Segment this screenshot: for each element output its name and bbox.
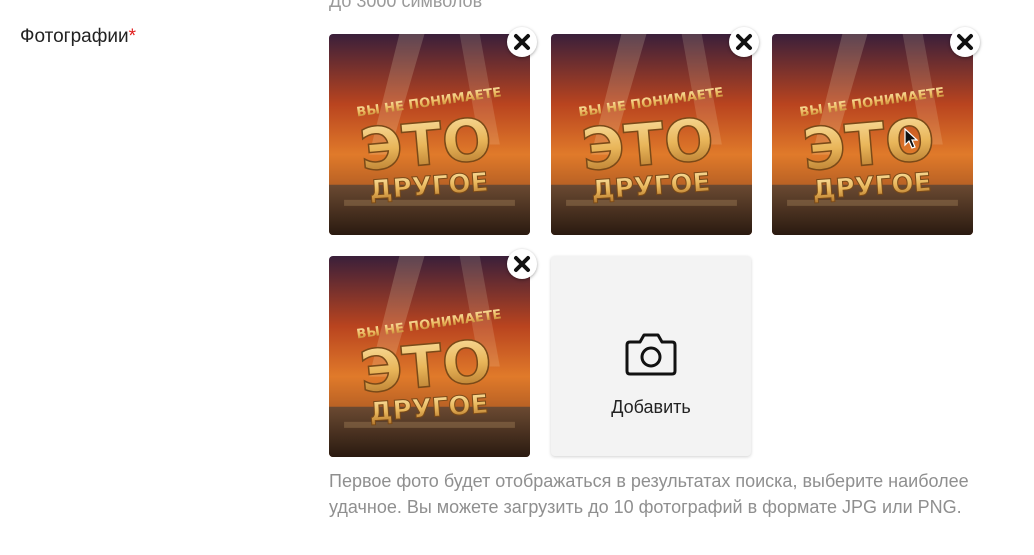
photo-tile-4[interactable]: ВЫ НЕ ПОНИМАЕТЕ ЭТО ДРУГОЕ <box>329 249 537 457</box>
close-icon <box>957 34 973 50</box>
photo-tile-1[interactable]: ВЫ НЕ ПОНИМАЕТЕ ЭТО ДРУГОЕ <box>329 27 537 235</box>
remove-photo-button-3[interactable] <box>950 27 980 57</box>
remove-photo-button-4[interactable] <box>507 249 537 279</box>
close-icon <box>736 34 752 50</box>
photo-thumbnail-1: ВЫ НЕ ПОНИМАЕТЕ ЭТО ДРУГОЕ <box>329 34 530 235</box>
mouse-cursor-icon <box>904 128 918 149</box>
photo-thumbnail-3: ВЫ НЕ ПОНИМАЕТЕ ЭТО ДРУГОЕ <box>772 34 973 235</box>
add-photo-label: Добавить <box>611 397 691 417</box>
photo-tile-3[interactable]: ВЫ НЕ ПОНИМАЕТЕ ЭТО ДРУГОЕ <box>772 27 980 235</box>
description-hint: До 3000 символов <box>329 0 483 11</box>
photo-thumbnail-2: ВЫ НЕ ПОНИМАЕТЕ ЭТО ДРУГОЕ <box>551 34 752 235</box>
camera-icon <box>625 333 677 376</box>
photos-label-text: Фотографии <box>20 26 129 47</box>
remove-photo-button-1[interactable] <box>507 27 537 57</box>
close-icon <box>514 256 530 272</box>
required-mark: * <box>128 26 136 47</box>
photo-thumbnail-4: ВЫ НЕ ПОНИМАЕТЕ ЭТО ДРУГОЕ <box>329 256 530 457</box>
remove-photo-button-2[interactable] <box>729 27 759 57</box>
photos-help-text: Первое фото будет отображаться в результ… <box>329 471 969 517</box>
photo-tile-2[interactable]: ВЫ НЕ ПОНИМАЕТЕ ЭТО ДРУГОЕ <box>551 27 759 235</box>
close-icon <box>514 34 530 50</box>
photos-field-label: Фотографии* <box>20 26 136 48</box>
add-photo-button[interactable]: Добавить <box>551 256 751 456</box>
